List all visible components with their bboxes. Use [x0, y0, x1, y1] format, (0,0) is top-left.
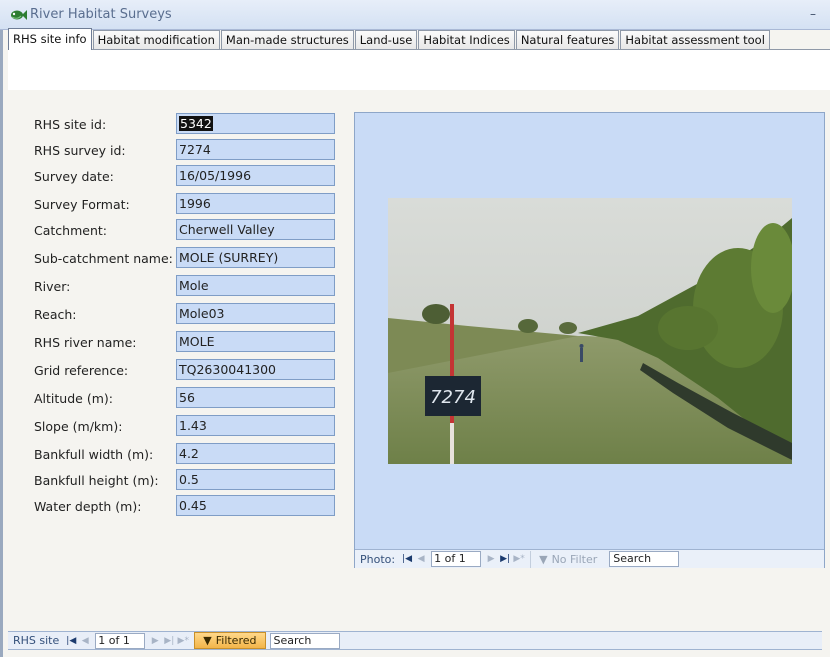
field-label-rhs-river-name: RHS river name:	[34, 335, 137, 350]
photo-sign-number: 7274	[430, 387, 476, 408]
field-label-sub-catchment: Sub-catchment name:	[34, 251, 173, 266]
sub-catchment-field[interactable]: MOLE (SURREY)	[176, 247, 335, 268]
field-label-bankfull-width: Bankfull width (m):	[34, 447, 154, 462]
photo-search-input[interactable]: Search	[609, 551, 680, 567]
grid-reference-field[interactable]: TQ2630041300	[176, 359, 335, 380]
previous-record-button[interactable]: ◀	[78, 636, 92, 646]
photo-panel: 7274	[354, 112, 825, 568]
field-label-bankfull-height: Bankfull height (m):	[34, 473, 159, 488]
field-label-grid-reference: Grid reference:	[34, 363, 129, 378]
previous-photo-button[interactable]: ◀	[414, 554, 428, 564]
tab-natural-features[interactable]: Natural features	[515, 30, 620, 50]
survey-date-field[interactable]: 16/05/1996	[176, 165, 335, 186]
record-nav-label: RHS site	[13, 634, 60, 647]
last-record-button[interactable]: ▶|	[162, 636, 176, 646]
filter-icon: ▼	[539, 552, 548, 566]
tab-strip: RHS site info Habitat modification Man-m…	[8, 28, 771, 50]
tab-land-use[interactable]: Land-use	[354, 30, 418, 50]
field-label-slope: Slope (m/km):	[34, 419, 123, 434]
tab-habitat-modification[interactable]: Habitat modification	[92, 30, 220, 50]
new-record-button[interactable]: ▶*	[176, 636, 190, 646]
window-left-border	[0, 0, 3, 657]
field-label-river: River:	[34, 279, 71, 294]
minimize-button[interactable]: –	[806, 7, 820, 21]
last-photo-button[interactable]: ▶|	[498, 554, 512, 564]
field-label-survey-id: RHS survey id:	[34, 143, 126, 158]
photo-filter-toggle[interactable]: ▼ No Filter	[530, 550, 605, 568]
record-position-input[interactable]: 1 of 1	[95, 632, 146, 649]
tab-habitat-indices[interactable]: Habitat Indices	[418, 30, 515, 50]
altitude-field[interactable]: 56	[176, 387, 335, 408]
next-photo-button[interactable]: ▶	[484, 554, 498, 564]
record-filter-label: Filtered	[215, 634, 257, 647]
field-label-survey-format: Survey Format:	[34, 197, 130, 212]
funnel-icon: ▼	[203, 634, 212, 647]
record-search-input[interactable]: Search	[269, 632, 340, 649]
field-label-water-depth: Water depth (m):	[34, 499, 142, 514]
field-label-altitude: Altitude (m):	[34, 391, 113, 406]
rhs-river-name-field[interactable]: MOLE	[176, 331, 335, 352]
window-title: River Habitat Surveys	[30, 7, 172, 22]
fish-app-icon	[11, 10, 27, 20]
bankfull-height-field[interactable]: 0.5	[176, 469, 335, 490]
tab-habitat-assessment-tool[interactable]: Habitat assessment tool	[620, 30, 770, 50]
reach-field[interactable]: Mole03	[176, 303, 335, 324]
new-photo-button[interactable]: ▶*	[512, 554, 526, 564]
field-label-site-id: RHS site id:	[34, 117, 107, 132]
tab-content-header	[8, 50, 830, 90]
catchment-field[interactable]: Cherwell Valley	[176, 219, 335, 240]
photo-nav-label: Photo:	[360, 552, 396, 566]
next-record-button[interactable]: ▶	[148, 636, 162, 646]
survey-id-field[interactable]: 7274	[176, 139, 335, 160]
record-navigation-bar: RHS site |◀ ◀ 1 of 1 ▶ ▶| ▶* ▼ Filtered …	[8, 631, 822, 650]
field-label-catchment: Catchment:	[34, 223, 107, 238]
field-label-survey-date: Survey date:	[34, 169, 114, 184]
tab-rhs-site-info[interactable]: RHS site info	[8, 28, 92, 50]
survey-format-field[interactable]: 1996	[176, 193, 335, 214]
slope-field[interactable]: 1.43	[176, 415, 335, 436]
photo-position-input[interactable]: 1 of 1	[431, 551, 482, 567]
photo-navigation-bar: Photo: |◀ ◀ 1 of 1 ▶ ▶| ▶* ▼ No Filter S…	[355, 549, 824, 568]
river-site-photo[interactable]: 7274	[388, 198, 792, 464]
first-photo-button[interactable]: |◀	[400, 554, 414, 564]
first-record-button[interactable]: |◀	[64, 636, 78, 646]
site-id-value: 5342	[179, 116, 213, 131]
record-filter-toggle[interactable]: ▼ Filtered	[194, 632, 266, 649]
river-field[interactable]: Mole	[176, 275, 335, 296]
water-depth-field[interactable]: 0.45	[176, 495, 335, 516]
window-titlebar: River Habitat Surveys –	[0, 0, 830, 30]
field-label-reach: Reach:	[34, 307, 77, 322]
photo-filter-label: No Filter	[551, 552, 598, 566]
tab-man-made-structures[interactable]: Man-made structures	[220, 30, 354, 50]
bankfull-width-field[interactable]: 4.2	[176, 443, 335, 464]
site-id-field[interactable]: 5342	[176, 113, 335, 134]
